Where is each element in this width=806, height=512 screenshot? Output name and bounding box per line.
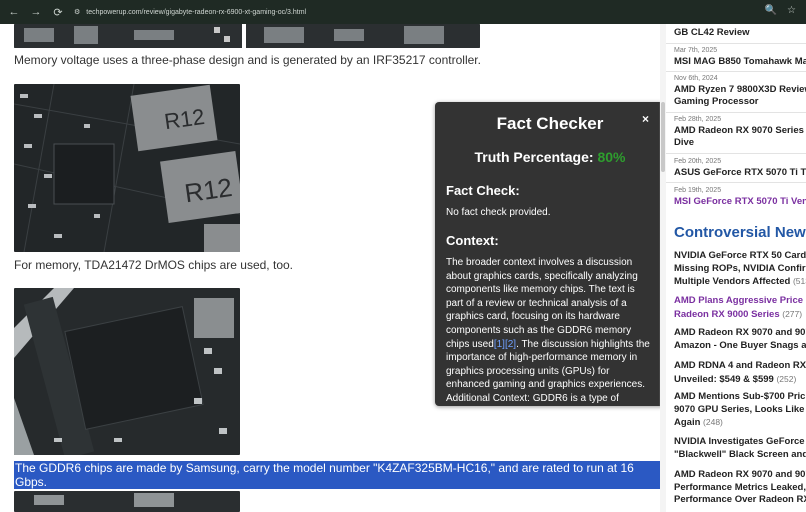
news-item[interactable]: AMD Radeon RX 9070 and 9070 Performance … <box>674 469 806 507</box>
recent-review-title[interactable]: ASUS GeForce RTX 5070 Ti TUF <box>674 167 806 179</box>
recent-review-title-line1[interactable]: AMD Radeon RX 9070 Series Te <box>674 125 806 136</box>
comment-count: (252) <box>776 373 797 384</box>
news-line[interactable]: AMD Radeon RX 9070 and 9070 <box>674 469 806 480</box>
news-item[interactable]: AMD Mentions Sub-$700 Pricing 9070 GPU S… <box>674 391 806 430</box>
paragraph-memory-voltage: Memory voltage uses a three-phase design… <box>14 53 481 67</box>
bookmark-star-icon[interactable]: ☆ <box>787 5 796 16</box>
recent-review-date: Nov 6th, 2024 <box>674 75 718 82</box>
comment-count: (248) <box>703 417 723 427</box>
sidebar-divider <box>666 43 806 44</box>
recent-review-date: Feb 19th, 2025 <box>674 187 722 194</box>
recent-review-title[interactable]: AMD Radeon RX 9070 Series Te Dive <box>674 125 806 149</box>
reference-link-1[interactable]: [1] <box>494 339 505 350</box>
news-line[interactable]: AMD Plans Aggressive Price Con <box>674 295 806 306</box>
truth-label: Truth Percentage: <box>474 149 594 165</box>
recent-review-title-line2[interactable]: Dive <box>674 137 694 148</box>
news-item[interactable]: NVIDIA GeForce RTX 50 Cards S Missing RO… <box>674 250 806 289</box>
page-scroll-thumb[interactable] <box>661 102 665 172</box>
sidebar: GB CL42 Review Mar 7th, 2025 MSI MAG B85… <box>660 24 806 512</box>
fact-checker-title: Fact Checker <box>496 114 604 133</box>
paragraph-drmos: For memory, TDA21472 DrMOS chips are use… <box>14 258 293 272</box>
site-info-icon[interactable]: ⚙ <box>74 8 80 16</box>
board-image-top <box>14 24 480 48</box>
page-scrollbar[interactable] <box>660 24 666 512</box>
board-image-bottom <box>14 491 240 512</box>
comment-count: (513) <box>792 276 806 286</box>
news-line[interactable]: Performance Metrics Leaked, + <box>674 482 806 493</box>
nav-buttons: ← → ⟳ <box>8 6 64 19</box>
news-item[interactable]: AMD Radeon RX 9070 and 9070 Amazon - One… <box>674 327 806 352</box>
browser-toolbar: ← → ⟳ ⚙ techpowerup.com/review/gigabyte-… <box>0 0 806 24</box>
context-text: The broader context involves a discussio… <box>446 256 650 406</box>
news-line[interactable]: Radeon RX 9000 Series <box>674 309 780 320</box>
news-line[interactable]: NVIDIA Investigates GeForce RT <box>674 436 806 447</box>
board-image-r12: R12 R12 <box>14 84 240 252</box>
sidebar-divider <box>666 112 806 113</box>
reference-link-2[interactable]: [2] <box>505 339 516 350</box>
board-image-r12-graphic: R12 R12 <box>14 84 240 252</box>
toolbar-actions: 🔍 ☆ <box>765 5 796 16</box>
context-text-a: The broader context involves a discussio… <box>446 257 638 350</box>
news-line[interactable]: Multiple Vendors Affected <box>674 276 790 287</box>
sidebar-divider <box>666 153 806 154</box>
news-line[interactable]: 9070 GPU Series, Looks Like NV <box>674 404 806 415</box>
news-line[interactable]: AMD Radeon RX 9070 and 9070 <box>674 327 806 338</box>
news-line[interactable]: Again <box>674 417 700 428</box>
news-item[interactable]: NVIDIA Investigates GeForce RT "Blackwel… <box>674 436 806 461</box>
news-item[interactable]: AMD RDNA 4 and Radeon RX 90 Unveiled: $5… <box>674 360 806 386</box>
recent-review-title[interactable]: MSI MAG B850 Tomahawk Max <box>674 56 806 68</box>
news-item[interactable]: AMD Plans Aggressive Price Con Radeon RX… <box>674 295 806 321</box>
news-line[interactable]: Amazon - One Buyer Snags a Un <box>674 340 806 351</box>
news-line[interactable]: Missing ROPs, NVIDIA Confirms <box>674 263 806 274</box>
truth-value: 80% <box>597 149 626 165</box>
sidebar-divider <box>666 71 806 72</box>
recent-review-date: Mar 7th, 2025 <box>674 47 718 54</box>
recent-review-title[interactable]: MSI GeForce RTX 5070 Ti Ventu <box>674 196 806 208</box>
comment-count: (277) <box>782 308 803 319</box>
recent-review-title-line2[interactable]: Gaming Processor <box>674 96 758 107</box>
board-image-top-graphic <box>14 24 480 48</box>
board-image-gddr6-graphic <box>14 288 240 455</box>
news-line[interactable]: Performance Over Radeon RX 7 <box>674 494 806 505</box>
news-line[interactable]: "Blackwell" Black Screen and BS <box>674 449 806 460</box>
news-line[interactable]: AMD RDNA 4 and Radeon RX 90 <box>674 360 806 371</box>
back-icon[interactable]: ← <box>8 6 20 19</box>
news-line[interactable]: NVIDIA GeForce RTX 50 Cards S <box>674 250 806 261</box>
truth-percentage: Truth Percentage: 80% <box>435 149 665 165</box>
recent-review-date: Feb 28th, 2025 <box>674 116 722 123</box>
fact-check-heading: Fact Check: <box>446 183 520 198</box>
sidebar-divider <box>666 182 806 183</box>
news-line[interactable]: AMD Mentions Sub-$700 Pricing <box>674 391 806 402</box>
url-text[interactable]: techpowerup.com/review/gigabyte-radeon-r… <box>86 9 306 16</box>
reload-icon[interactable]: ⟳ <box>52 6 64 19</box>
recent-review-title[interactable]: AMD Ryzen 7 9800X3D Review - Gaming Proce… <box>674 84 806 108</box>
controversial-news-heading: Controversial News Po <box>674 224 806 241</box>
board-image-bottom-graphic <box>14 491 240 512</box>
recent-review-title-line1[interactable]: AMD Ryzen 7 9800X3D Review - <box>674 84 806 95</box>
fact-checker-popup: Fact Checker × Truth Percentage: 80% Fac… <box>435 102 665 406</box>
context-heading: Context: <box>446 233 499 248</box>
address-bar[interactable]: ⚙ techpowerup.com/review/gigabyte-radeon… <box>74 8 306 17</box>
forward-icon[interactable]: → <box>30 6 42 19</box>
news-line[interactable]: Unveiled: $549 & $599 <box>674 374 774 385</box>
board-image-gddr6 <box>14 288 240 455</box>
recent-review-title[interactable]: GB CL42 Review <box>674 27 806 39</box>
fact-check-text: No fact check provided. <box>446 207 551 218</box>
close-icon[interactable]: × <box>642 112 649 126</box>
recent-review-date: Feb 20th, 2025 <box>674 158 722 165</box>
zoom-icon[interactable]: 🔍 <box>765 5 777 16</box>
paragraph-gddr6-selected[interactable]: The GDDR6 chips are made by Samsung, car… <box>14 461 660 489</box>
